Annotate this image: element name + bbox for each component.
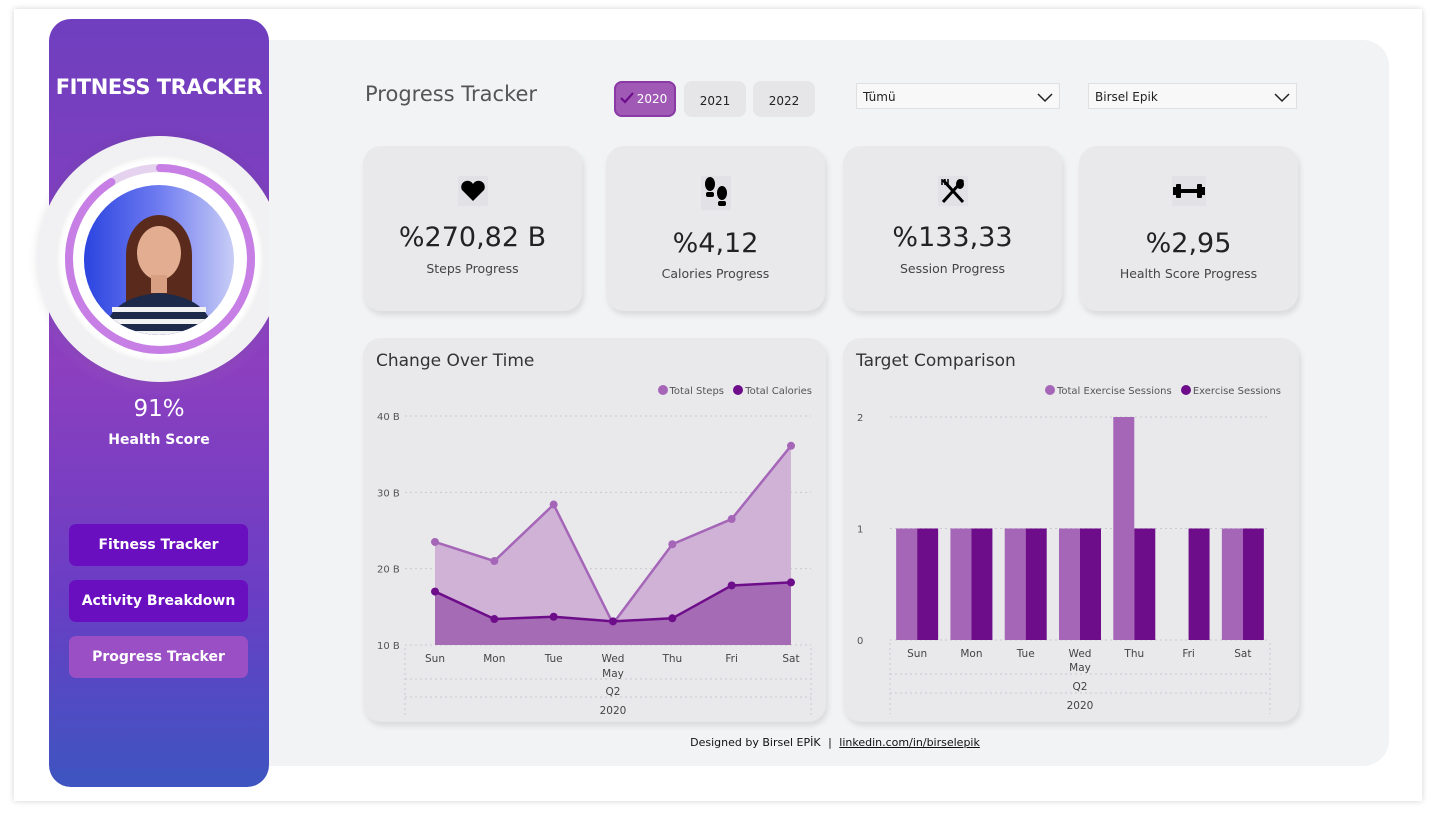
person-filter-value: Birsel Epik [1095, 90, 1158, 104]
person-filter-dropdown[interactable]: Birsel Epik [1088, 83, 1297, 109]
bar-exercise-sessions [1025, 528, 1047, 640]
y-tick-label: 0 [857, 636, 863, 647]
footer: Designed by Birsel EPİK | linkedin.com/i… [0, 736, 1435, 749]
kpi-card-steps: %270,82 B Steps Progress [363, 146, 582, 311]
bar-total-exercise-sessions [1004, 528, 1026, 640]
checkmark-icon [620, 92, 634, 104]
target-comparison-chart: 0 1 2 Sun Mon Tue Wed Thu Fri Sat May Q2 2020 [857, 413, 1271, 714]
x-tick-label: Fri [725, 653, 738, 665]
x-tick-label: Thu [661, 653, 682, 665]
bar-exercise-sessions [1242, 528, 1264, 640]
hierarchy-label: 2020 [1067, 700, 1094, 712]
hierarchy-label: May [602, 668, 624, 680]
x-tick-label: Sat [782, 653, 799, 665]
hierarchy-label: 2020 [600, 705, 627, 717]
avatar [84, 185, 234, 335]
hierarchy-label: May [1069, 662, 1091, 674]
target-comparison-panel: Target Comparison Total Exercise Session… [843, 338, 1299, 722]
category-filter-dropdown[interactable]: Tümü [856, 83, 1060, 109]
x-tick-label: Sun [907, 648, 927, 660]
x-tick-label: Mon [960, 648, 982, 660]
linkedin-link[interactable]: linkedin.com/in/birselepik [839, 736, 980, 749]
hierarchy-label: Q2 [606, 686, 621, 698]
bar-total-exercise-sessions [950, 528, 972, 640]
steps-point [787, 441, 795, 450]
x-tick-label: Wed [602, 653, 625, 665]
kpi-value: %4,12 [672, 228, 759, 259]
y-tick-label: 1 [857, 525, 863, 536]
bar-exercise-sessions [1188, 528, 1210, 640]
y-tick-label: 20 B [377, 565, 400, 576]
x-tick-label: Tue [1016, 648, 1035, 660]
x-tick-label: Mon [483, 653, 505, 665]
calories-point [431, 587, 439, 596]
bar-exercise-sessions [971, 528, 993, 640]
profile-photo [104, 215, 214, 335]
calories-point [609, 617, 617, 626]
bar-exercise-sessions [1134, 528, 1156, 640]
calories-point [668, 614, 677, 623]
x-tick-label: Sun [425, 653, 445, 665]
nav-activity-breakdown-button[interactable]: Activity Breakdown [69, 580, 248, 622]
bar-total-exercise-sessions [1113, 417, 1135, 640]
category-filter-value: Tümü [863, 90, 896, 104]
utensils-icon [843, 176, 1062, 210]
calories-point [787, 578, 795, 587]
kpi-label: Calories Progress [661, 266, 770, 281]
nav-progress-tracker-button[interactable]: Progress Tracker [69, 636, 248, 678]
chevron-down-icon [1274, 93, 1290, 103]
kpi-card-session: %133,33 Session Progress [843, 146, 1062, 311]
heart-icon [363, 176, 582, 210]
health-score-label: Health Score [108, 432, 210, 448]
y-tick-label: 30 B [377, 488, 400, 499]
calories-point [549, 612, 558, 621]
kpi-label: Session Progress [899, 261, 1005, 276]
bar-total-exercise-sessions [1059, 528, 1080, 640]
kpi-card-health-score: %2,95 Health Score Progress [1079, 146, 1298, 311]
hierarchy-label: Q2 [1073, 681, 1088, 693]
bar-total-exercise-sessions [1221, 528, 1243, 640]
dumbbell-icon [1079, 176, 1298, 210]
y-tick-label: 40 B [377, 412, 400, 423]
steps-point [431, 537, 439, 546]
y-tick-label: 10 B [377, 641, 400, 652]
footer-separator: | [828, 736, 832, 749]
steps-point [490, 557, 499, 566]
kpi-label: Health Score Progress [1119, 266, 1258, 281]
kpi-card-calories: %4,12 Calories Progress [606, 146, 825, 311]
footprints-icon [606, 176, 825, 214]
x-tick-label: Wed [1069, 648, 1092, 660]
steps-point [549, 500, 558, 509]
kpi-label: Steps Progress [426, 261, 519, 276]
year-2021-button[interactable]: 2021 [684, 81, 746, 117]
year-2022-button[interactable]: 2022 [753, 81, 815, 117]
change-over-time-panel: Change Over Time Total Steps Total Calor… [363, 338, 826, 722]
bar-exercise-sessions [1080, 528, 1101, 640]
bar-total-exercise-sessions [896, 528, 918, 640]
x-tick-label: Tue [544, 653, 563, 665]
chevron-down-icon [1037, 93, 1053, 103]
kpi-value: %270,82 B [398, 222, 547, 253]
year-2020-button[interactable]: 2020 [614, 81, 676, 117]
page-title: Progress Tracker [365, 82, 538, 106]
kpi-value: %2,95 [1145, 228, 1232, 259]
calories-point [727, 581, 736, 590]
change-over-time-chart: 10 B 20 B 30 B 40 B Sun Mon Tue Wed Thu Fri Sat May… [377, 412, 812, 718]
app-title: FITNESS TRACKER [55, 75, 263, 99]
calories-point [490, 615, 499, 624]
y-tick-label: 2 [857, 413, 863, 424]
x-tick-label: Thu [1123, 648, 1144, 660]
x-tick-label: Sat [1234, 648, 1251, 660]
kpi-value: %133,33 [892, 222, 1013, 253]
year-2020-label: 2020 [636, 92, 668, 106]
footer-credit: Designed by Birsel EPİK [690, 736, 821, 749]
health-score-value: 91% [133, 396, 185, 422]
nav-fitness-tracker-button[interactable]: Fitness Tracker [69, 524, 248, 566]
x-tick-label: Fri [1182, 648, 1195, 660]
steps-point [668, 540, 677, 549]
bar-exercise-sessions [917, 528, 939, 640]
steps-point [727, 515, 736, 524]
